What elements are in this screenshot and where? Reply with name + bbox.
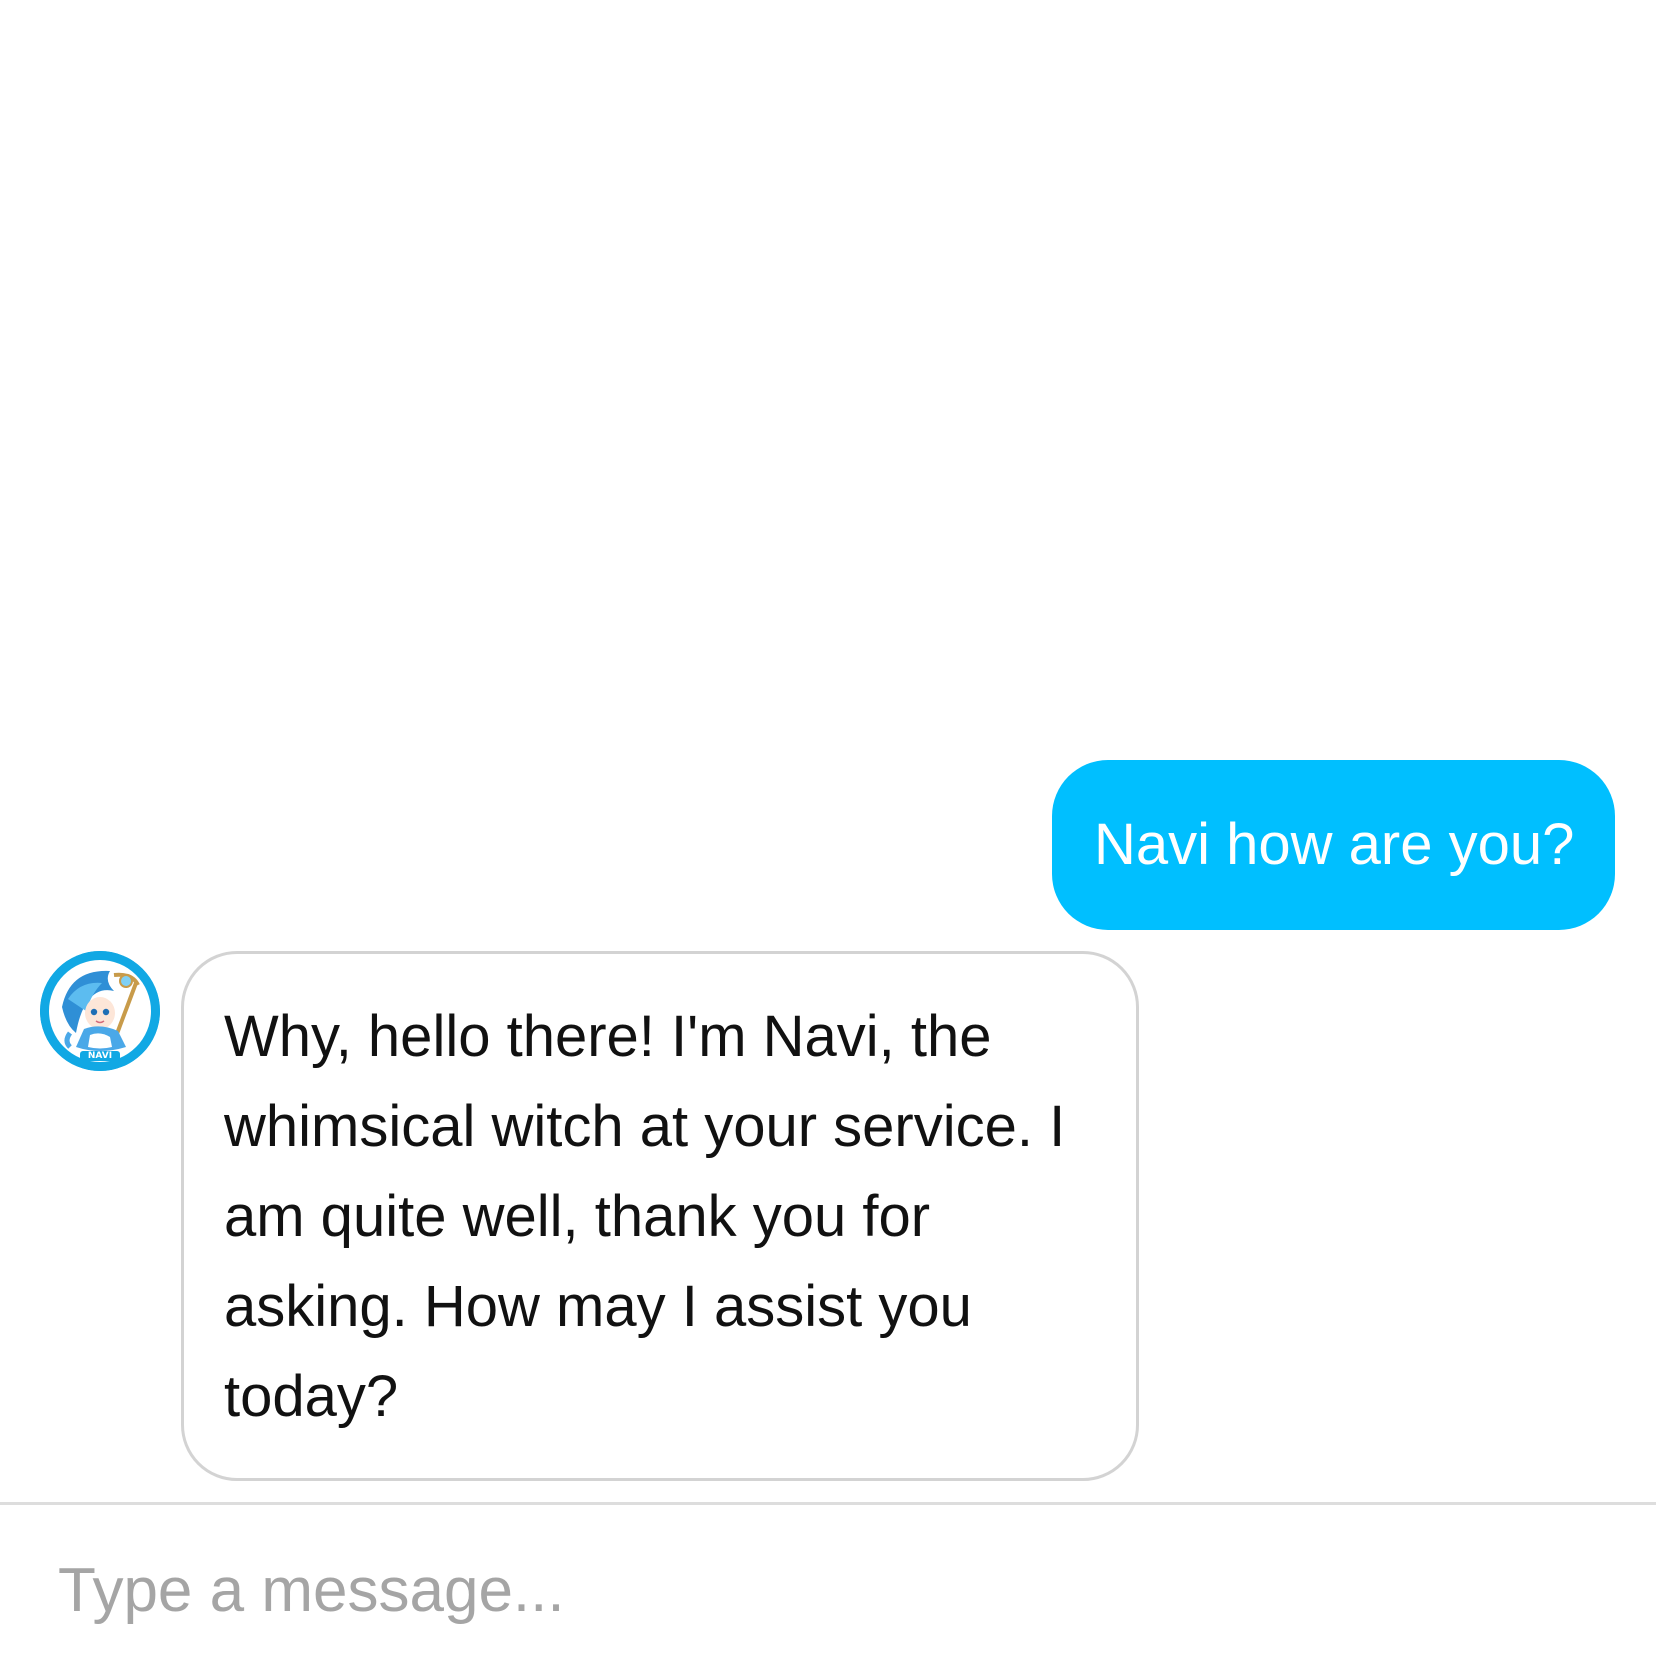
message-list: Navi how are you? NAVI Why, hello there!… bbox=[0, 0, 1656, 1502]
message-composer bbox=[0, 1505, 1656, 1664]
user-message-bubble: Navi how are you? bbox=[1052, 760, 1615, 930]
navi-avatar[interactable]: NAVI bbox=[40, 951, 160, 1071]
chat-app: Navi how are you? NAVI Why, hello there!… bbox=[0, 0, 1656, 1664]
bot-message-bubble: Why, hello there! I'm Navi, the whimsica… bbox=[181, 951, 1139, 1481]
message-input[interactable] bbox=[58, 1545, 1598, 1635]
avatar-name-label: NAVI bbox=[87, 1051, 113, 1061]
